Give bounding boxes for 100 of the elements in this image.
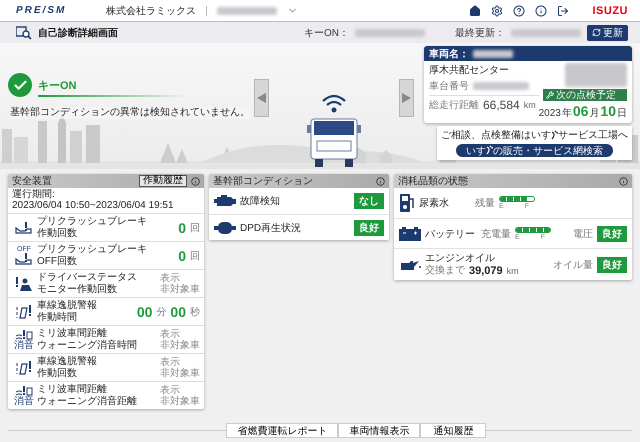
iteration-mark-icon (551, 130, 558, 140)
footer-button[interactable]: 省燃費運転レポート (226, 423, 338, 438)
diagnosis-icon (16, 26, 32, 40)
item-label: ミリ波車間距離 (37, 328, 108, 340)
panel-title: 安全装置 (12, 174, 53, 188)
car-warning-icon (15, 222, 33, 234)
item-sublabel: 作動回数 (37, 228, 78, 240)
dealer-search-button[interactable]: いす の販売・サービス網検索 (456, 144, 613, 157)
iteration-mark-icon (486, 145, 493, 155)
status-badge: 良好 (597, 226, 627, 242)
blurred-text (217, 6, 277, 14)
item-sublabel: OFF回数 (37, 256, 78, 268)
logo: PRE/SM (16, 5, 68, 16)
footer-button[interactable]: 車両情報表示 (338, 423, 420, 438)
filter-icon (214, 222, 236, 234)
unit-label: km (506, 264, 519, 276)
status-label: 電圧 (573, 228, 593, 240)
display-label: 表示 (160, 272, 180, 284)
next-inspection-label: 次の点検予定 (543, 89, 627, 101)
blurred-text (355, 28, 425, 36)
item-sublabel: ウォーニング消音距離 (37, 396, 138, 408)
notice-text: ご相談、点検整備はいす (441, 128, 551, 142)
item-label: 車線逸脱警報 (37, 300, 98, 312)
not-applicable-label: 非対象車 (160, 284, 200, 294)
display-label: 表示 (160, 356, 180, 368)
status-badge: 良好 (597, 256, 627, 272)
item-label: エンジンオイル (425, 252, 496, 264)
wrench-icon (546, 91, 554, 99)
help-button[interactable] (512, 4, 524, 16)
gauge-label: 残量 (475, 196, 495, 210)
info-icon[interactable] (191, 176, 200, 186)
blurred-plate (565, 63, 627, 87)
gauge-label: 充電量 (481, 228, 511, 240)
day-value: 10 (600, 103, 616, 119)
info-button[interactable] (534, 4, 546, 16)
status-badge: なし (354, 193, 384, 209)
unit-label: 秒 (190, 306, 200, 318)
settings-button[interactable] (490, 4, 502, 16)
triangle-left-icon (257, 93, 266, 103)
not-applicable-label: 非対象車 (160, 340, 200, 350)
status-badge: 良好 (354, 220, 384, 236)
oil-can-icon (399, 258, 421, 270)
info-icon[interactable] (376, 176, 385, 186)
refresh-button[interactable]: 更新 (587, 24, 628, 40)
mute-label: 消音 (14, 342, 34, 349)
item-label: DPD再生状況 (240, 222, 302, 234)
blurred-text (473, 50, 513, 58)
item-label: プリクラッシュブレーキ (37, 216, 148, 228)
count-value: 0 (178, 220, 186, 236)
period-label: 運行期間: (12, 189, 56, 200)
item-label: 車線逸脱警報 (37, 356, 98, 368)
page-title: 自己診断詳細画面 (38, 26, 118, 40)
logout-button[interactable] (556, 4, 568, 16)
unit-label: 日 (617, 107, 627, 120)
month-value: 06 (572, 103, 588, 119)
lane-warning-icon (15, 304, 33, 318)
driver-warning-icon (15, 276, 33, 290)
unit-label: 年 (562, 107, 572, 120)
item-label: プリクラッシュブレーキ (37, 244, 148, 256)
vehicle-name-label: 車両名： (429, 48, 469, 60)
item-label: 尿素水 (419, 196, 450, 210)
count-value: 0 (178, 248, 186, 264)
key-on-label: キーON： (304, 26, 349, 40)
item-sublabel: 作動回数 (37, 368, 78, 380)
history-button[interactable]: 作動履歴 (139, 175, 187, 187)
refresh-icon (592, 28, 601, 37)
unit-label: km (524, 100, 536, 110)
period-value: 2023/06/04 10:50~2023/06/04 19:51 (12, 200, 175, 211)
brand-logo: ISUZU (592, 4, 628, 16)
status-message: 基幹部コンディションの異常は検知されていません。 (10, 107, 250, 119)
status-label: オイル量 (553, 258, 593, 272)
footer-button[interactable]: 通知履歴 (420, 423, 486, 438)
unit-label: 回 (190, 222, 200, 234)
depot-name: 厚木共配センター (429, 64, 510, 77)
unit-label: 分 (156, 306, 166, 318)
wifi-icon (321, 93, 347, 113)
fuel-pump-icon (399, 193, 415, 213)
display-label: 表示 (160, 384, 180, 396)
home-button[interactable] (468, 4, 480, 16)
notice-text: サービス工場へ (558, 129, 628, 142)
not-applicable-label: 非対象車 (160, 396, 200, 406)
distance-value: 39,079 (469, 264, 503, 276)
year-value: 2023 (538, 108, 561, 119)
seconds-value: 00 (170, 304, 186, 320)
engine-icon (214, 195, 236, 207)
blurred-text (511, 28, 581, 36)
minutes-value: 00 (136, 304, 152, 320)
item-sublabel: ウォーニング消音時間 (37, 340, 138, 352)
triangle-right-icon (402, 93, 411, 103)
battery-icon (399, 226, 421, 240)
unit-label: 回 (190, 250, 200, 262)
mute-label: 消音 (14, 398, 34, 405)
panel-title: 基幹部コンディション (213, 174, 314, 188)
last-update-label: 最終更新： (455, 26, 505, 40)
mileage-label: 総走行距離 (429, 98, 479, 112)
panel-title: 消耗品類の状態 (398, 174, 469, 188)
item-label: 故障検知 (240, 194, 280, 208)
info-icon[interactable] (619, 176, 628, 186)
lane-warning-icon (15, 360, 33, 374)
unit-label: 月 (589, 107, 600, 120)
